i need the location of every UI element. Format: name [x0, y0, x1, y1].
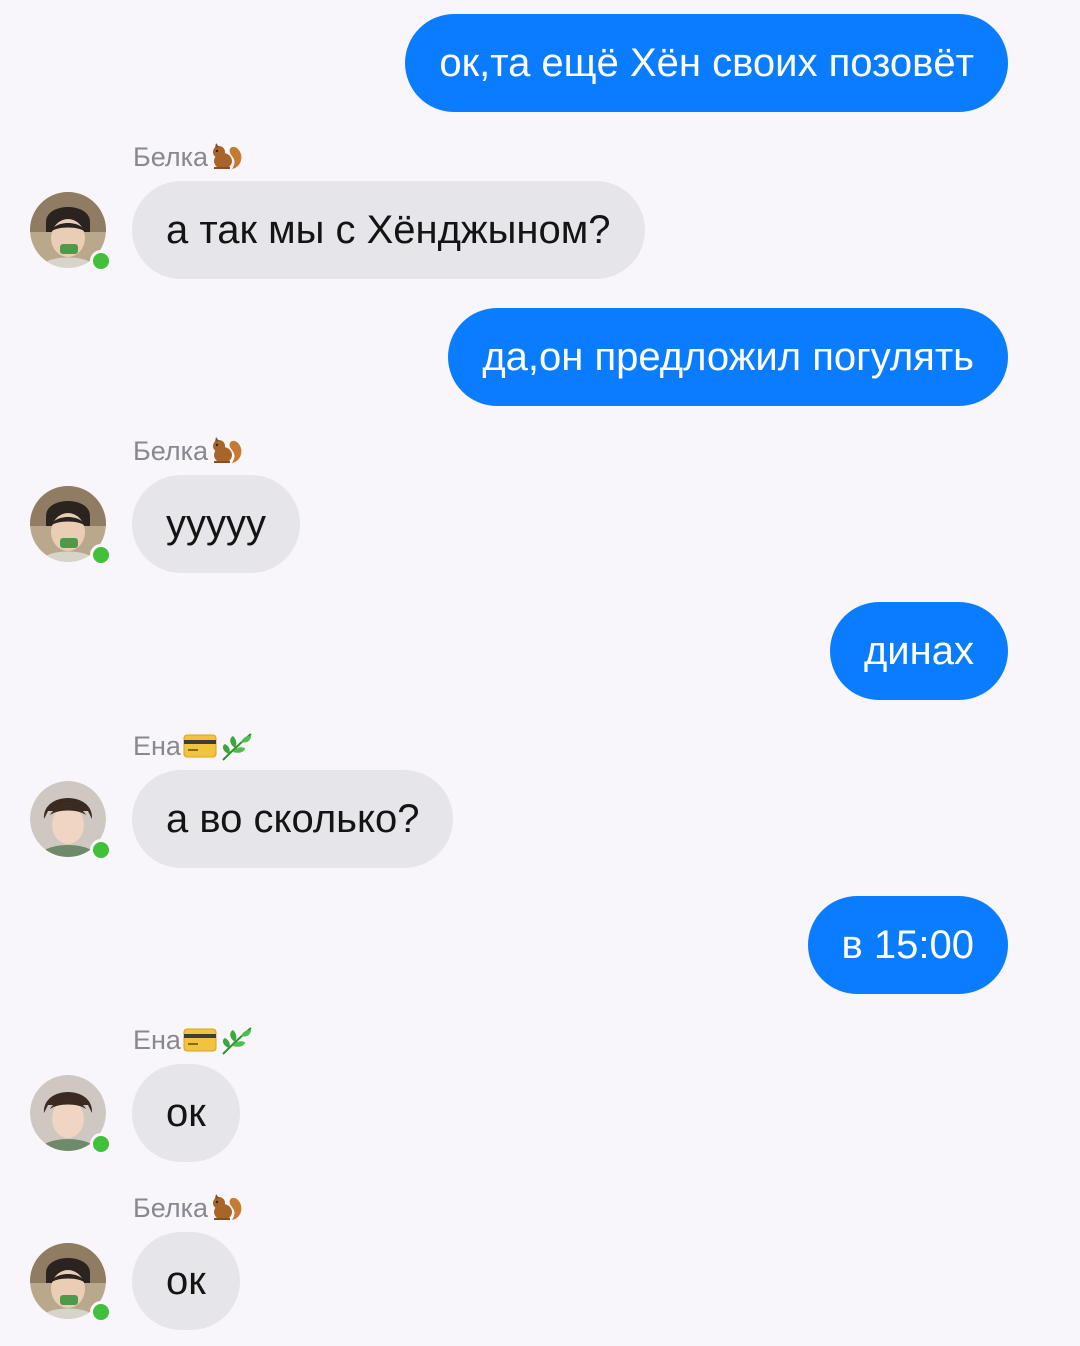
- outgoing-message-bubble[interactable]: ок,та ещё Хён своих позовёт: [405, 14, 1008, 112]
- online-status-indicator: [90, 544, 112, 566]
- sender-name-yena: Ена: [133, 730, 255, 762]
- belka-avatar[interactable]: [30, 1243, 112, 1323]
- sender-name-yena: Ена: [133, 1024, 255, 1056]
- sender-name-label: Белка: [133, 1193, 209, 1223]
- belka-avatar[interactable]: [30, 486, 112, 566]
- sender-name-label: Белка: [133, 142, 209, 172]
- outgoing-message-bubble[interactable]: динах: [829, 602, 1008, 700]
- online-status-indicator: [90, 839, 112, 861]
- sender-name-label: Ена: [133, 731, 181, 761]
- sender-name-belka: Белка: [133, 435, 246, 467]
- herb-emoji-icon: [221, 1027, 252, 1055]
- incoming-message-bubble[interactable]: ок: [132, 1064, 240, 1162]
- incoming-message-bubble[interactable]: ок: [132, 1232, 240, 1330]
- squirrel-emoji-icon: [212, 142, 243, 170]
- online-status-indicator: [90, 1301, 112, 1323]
- herb-emoji-icon: [221, 733, 252, 761]
- online-status-indicator: [90, 1133, 112, 1155]
- credit-card-emoji-icon: [183, 734, 217, 758]
- incoming-message-bubble[interactable]: а во сколько?: [132, 770, 454, 868]
- credit-card-emoji-icon: [183, 1028, 217, 1052]
- sender-name-label: Ена: [133, 1025, 181, 1055]
- online-status-indicator: [90, 250, 112, 272]
- outgoing-message-bubble[interactable]: да,он предложил погулять: [448, 308, 1008, 406]
- yena-avatar[interactable]: [30, 781, 112, 861]
- squirrel-emoji-icon: [212, 436, 243, 464]
- squirrel-emoji-icon: [212, 1193, 243, 1221]
- incoming-message-bubble[interactable]: а так мы с Хёнджыном?: [132, 181, 645, 279]
- belka-avatar[interactable]: [30, 192, 112, 272]
- sender-name-belka: Белка: [133, 141, 246, 173]
- sender-name-label: Белка: [133, 436, 209, 466]
- yena-avatar[interactable]: [30, 1075, 112, 1155]
- outgoing-message-bubble[interactable]: в 15:00: [807, 896, 1008, 994]
- incoming-message-bubble[interactable]: ууууу: [132, 475, 300, 573]
- sender-name-belka: Белка: [133, 1192, 246, 1224]
